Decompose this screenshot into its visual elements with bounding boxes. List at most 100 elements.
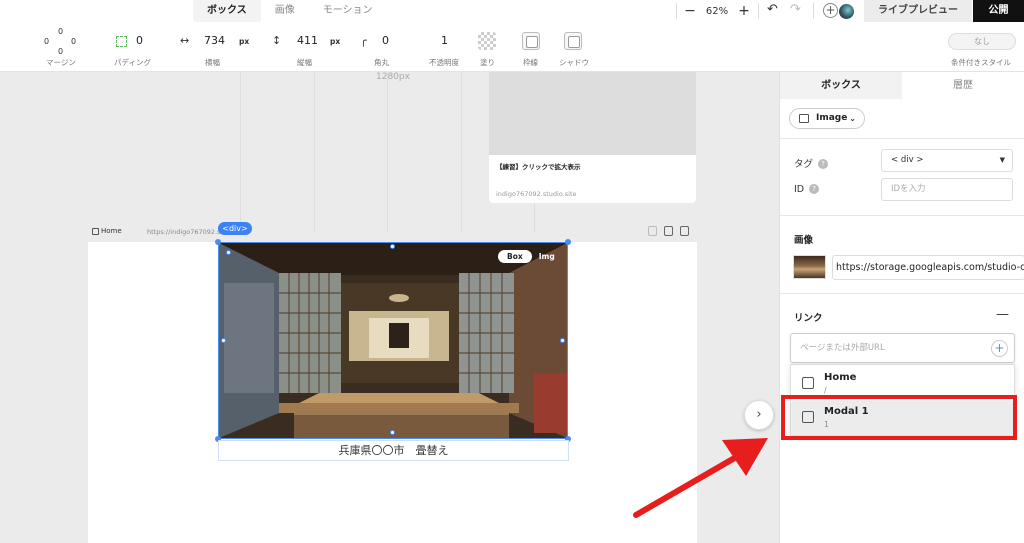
margin-right[interactable]: 0 <box>71 37 76 46</box>
link-option-path: / <box>824 386 827 395</box>
resize-handle-left[interactable] <box>221 338 226 343</box>
duplicate-icon[interactable] <box>664 226 673 236</box>
box-img-toggle[interactable]: Box Img <box>498 250 562 263</box>
zoom-out-button[interactable]: − <box>680 3 700 19</box>
image-icon <box>799 114 809 123</box>
modal-frame-preview[interactable]: 【練習】クリックで拡大表示 indigo767092.studio.site <box>489 72 696 203</box>
guide-line <box>314 72 315 232</box>
add-link-icon[interactable]: + <box>991 340 1008 357</box>
height-value[interactable]: 411 <box>297 34 318 47</box>
zoom-level[interactable]: 62% <box>700 6 734 17</box>
id-input[interactable]: IDを入力 <box>881 178 1013 201</box>
canvas[interactable]: 1280px 【練習】クリックで拡大表示 indigo767092.studio… <box>0 72 779 543</box>
resize-handle-top[interactable] <box>390 244 395 249</box>
tab-box[interactable]: ボックス <box>193 0 261 22</box>
border-swatch[interactable] <box>522 32 540 50</box>
radius-handle[interactable] <box>226 250 231 255</box>
chevron-down-icon: ⌄ <box>849 114 856 123</box>
image-caption[interactable]: 兵庫県〇〇市 畳替え <box>218 440 569 461</box>
resize-handle-bottom[interactable] <box>390 430 395 435</box>
undo-icon[interactable]: ↶ <box>767 2 778 17</box>
padding-value[interactable]: 0 <box>136 34 143 47</box>
tag-select[interactable]: < div > ▼ <box>881 149 1013 172</box>
toggle-box[interactable]: Box <box>498 250 532 263</box>
open-page-icon[interactable] <box>680 226 689 236</box>
help-icon[interactable]: ? <box>818 159 829 169</box>
width-control[interactable]: ↔ 734 px 横幅 <box>170 22 260 72</box>
image-thumbnail[interactable] <box>793 255 826 279</box>
tab-motion[interactable]: モーション <box>309 0 387 22</box>
divider <box>780 215 1024 216</box>
zoom-control: − 62% + <box>680 0 754 22</box>
margin-top[interactable]: 0 <box>58 27 63 36</box>
width-unit[interactable]: px <box>239 37 249 46</box>
live-preview-button[interactable]: ライブプレビュー <box>864 0 972 22</box>
property-toolbar: 0 0 0 0 マージン 0 パディング ↔ 734 px 横幅 ↕ 411 p… <box>0 22 1024 72</box>
height-label: 縦幅 <box>297 58 312 67</box>
height-control[interactable]: ↕ 411 px 縦幅 <box>266 22 356 72</box>
border-control[interactable]: 枠線 <box>514 22 554 72</box>
resize-handle-top-right[interactable] <box>565 239 571 245</box>
home-page-icon <box>802 377 814 389</box>
margin-left[interactable]: 0 <box>44 37 49 46</box>
radius-control[interactable]: ╭ 0 角丸 <box>356 22 406 72</box>
top-bar: ボックス 画像 モーション − 62% + ↶ ↷ + ライブプレビュー 公開 <box>0 0 1024 22</box>
opacity-value[interactable]: 1 <box>441 34 448 47</box>
help-icon[interactable]: ? <box>809 184 820 194</box>
fill-control[interactable]: 塗り <box>472 22 512 72</box>
height-arrows-icon: ↕ <box>272 34 282 47</box>
add-collaborator-icon[interactable]: + <box>823 3 838 18</box>
avatar[interactable] <box>838 3 855 20</box>
margin-control[interactable]: 0 0 0 0 マージン <box>0 22 100 72</box>
tab-image[interactable]: 画像 <box>261 0 309 22</box>
guide-line <box>461 72 462 232</box>
image-url-field[interactable]: https://storage.googleapis.com/studio-c <box>832 255 1024 280</box>
resize-handle-right[interactable] <box>560 338 565 343</box>
id-label: ID? <box>794 184 820 195</box>
link-placeholder: ページまたは外部URL <box>800 343 885 353</box>
frame-name[interactable]: Home <box>101 227 122 235</box>
width-value[interactable]: 734 <box>204 34 225 47</box>
collapse-link-icon[interactable]: — <box>996 307 1009 322</box>
radius-label: 角丸 <box>374 58 389 67</box>
conditional-style-button[interactable]: なし <box>948 33 1016 50</box>
element-type-dropdown[interactable]: Image ⌄ <box>789 108 865 129</box>
fill-label: 塗り <box>480 58 495 67</box>
radius-value[interactable]: 0 <box>382 34 389 47</box>
padding-control[interactable]: 0 パディング <box>100 22 160 72</box>
fill-swatch[interactable] <box>478 32 496 50</box>
shadow-control[interactable]: シャドウ <box>556 22 606 72</box>
zoom-in-button[interactable]: + <box>734 3 754 19</box>
divider <box>758 3 759 19</box>
preview-url: indigo767092.studio.site <box>496 190 577 198</box>
tab-box-panel[interactable]: ボックス <box>780 72 902 99</box>
margin-bottom[interactable]: 0 <box>58 47 63 56</box>
padding-icon <box>116 36 127 47</box>
shadow-label: シャドウ <box>559 58 589 67</box>
margin-box[interactable]: 0 0 0 0 <box>44 27 76 56</box>
width-arrows-icon: ↔ <box>180 34 190 47</box>
guide-line <box>387 72 388 232</box>
padding-label: パディング <box>114 58 151 67</box>
canvas-width-label: 1280px <box>376 72 410 82</box>
resize-handle-top-left[interactable] <box>215 239 221 245</box>
height-unit[interactable]: px <box>330 37 340 46</box>
trash-icon[interactable] <box>648 226 657 236</box>
element-tag-badge[interactable]: <div> <box>218 222 252 235</box>
link-input[interactable]: ページまたは外部URL + <box>790 333 1015 363</box>
divider <box>780 293 1024 294</box>
link-section-title: リンク <box>794 313 823 324</box>
selection-outline <box>218 242 568 439</box>
mode-tabs: ボックス 画像 モーション <box>193 0 387 22</box>
redo-icon[interactable]: ↷ <box>790 2 801 17</box>
tab-layers[interactable]: 層歴 <box>902 72 1024 99</box>
divider <box>676 3 677 19</box>
preview-thumbnail <box>489 72 696 155</box>
link-option-name: Home <box>824 372 857 383</box>
shadow-swatch[interactable] <box>564 32 582 50</box>
opacity-control[interactable]: 1 不透明度 <box>420 22 470 72</box>
expand-panel-button[interactable]: › <box>744 400 774 430</box>
toggle-img[interactable]: Img <box>532 250 562 263</box>
publish-button[interactable]: 公開 <box>973 0 1024 22</box>
image-section-title: 画像 <box>794 235 814 246</box>
